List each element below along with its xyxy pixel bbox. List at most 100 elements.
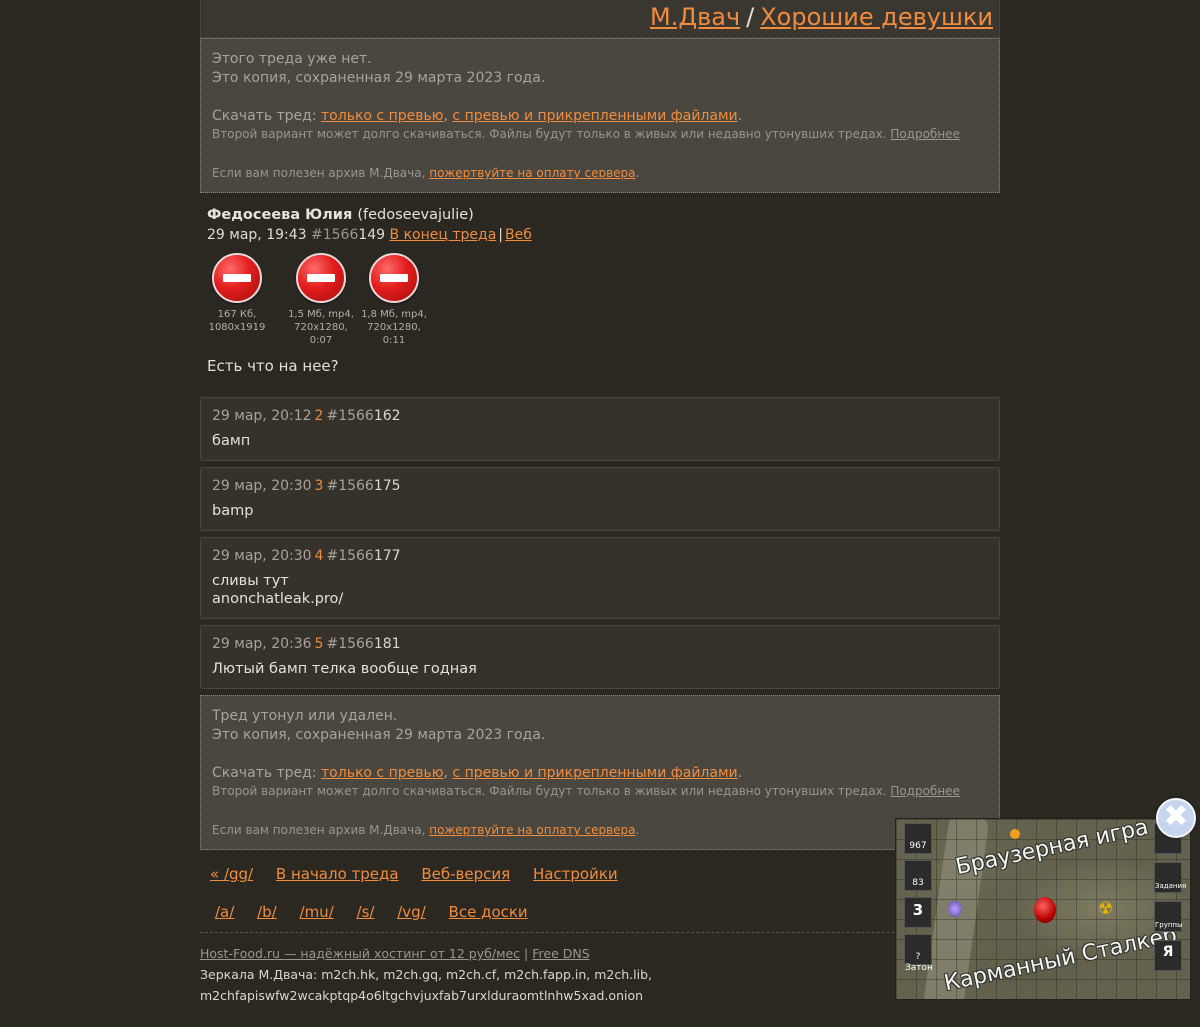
more-link[interactable]: Подробнее bbox=[890, 784, 960, 798]
map-marker-dot bbox=[1010, 829, 1020, 839]
web-link[interactable]: Веб bbox=[505, 227, 532, 243]
separator: | bbox=[498, 227, 504, 243]
location-mark: ? bbox=[915, 952, 921, 962]
board-link[interactable]: Хорошие девушки bbox=[760, 3, 993, 31]
dot: . bbox=[737, 765, 743, 781]
post-index: 3 bbox=[314, 478, 324, 494]
blocked-image-icon bbox=[212, 253, 262, 303]
download-note: Второй вариант может долго скачиваться. … bbox=[212, 783, 989, 800]
thread-start-link[interactable]: В начало треда bbox=[276, 865, 399, 883]
file-info: 1,5 Мб, mp4, bbox=[288, 309, 354, 320]
post-date: 29 мар, 20:30 bbox=[212, 478, 312, 494]
op-post: Федосеева Юлия (fedoseevajulie) 29 мар, … bbox=[200, 193, 1000, 243]
reply-post: 29 мар, 20:36 5 #1566181 Лютый бамп телка … bbox=[200, 625, 1000, 689]
post-number[interactable]: #1566162 bbox=[326, 408, 400, 424]
op-post-number[interactable]: #1566149 bbox=[311, 227, 385, 243]
header: М.Двач / Хорошие девушки bbox=[200, 0, 1000, 38]
post-body: бамп bbox=[212, 433, 251, 449]
mirrors-line1: Зеркала М.Двача: m2ch.hk, m2ch.gq, m2ch.… bbox=[200, 967, 652, 982]
post-body: bamp bbox=[212, 503, 254, 519]
op-author: Федосеева Юлия (fedoseevajulie) bbox=[207, 207, 1000, 223]
site-link[interactable]: М.Двач bbox=[650, 3, 740, 31]
location-label: Затон bbox=[905, 963, 933, 973]
dot: . bbox=[737, 108, 743, 124]
free-dns-link[interactable]: Free DNS bbox=[532, 946, 589, 961]
download-full-link[interactable]: с превью и прикрепленными файлами bbox=[452, 765, 737, 781]
close-ad-icon[interactable]: ✖ bbox=[1156, 798, 1196, 838]
profile-button: Я bbox=[1154, 940, 1182, 971]
location-box: ? Затон bbox=[904, 934, 933, 973]
settings-link[interactable]: Настройки bbox=[533, 865, 618, 883]
attachment-3[interactable]: 1,8 Мб, mp4, 720x1280, 0:11 bbox=[358, 253, 430, 347]
op-message: Есть что на нее? bbox=[207, 357, 339, 375]
to-thread-end-link[interactable]: В конец треда bbox=[390, 227, 497, 243]
ammo-counter: 967 bbox=[904, 823, 932, 854]
donate-link[interactable]: пожертвуйте на оплату сервера bbox=[429, 166, 635, 180]
board-link-mu[interactable]: /mu/ bbox=[300, 903, 334, 921]
health-counter: 83 bbox=[904, 860, 932, 891]
board-list: /a/ /b/ /mu/ /s/ /vg/ Все доски bbox=[200, 883, 1000, 921]
donate-row: Если вам полезен архив М.Двача, пожертву… bbox=[212, 165, 989, 182]
thread-nav: « /gg/ В начало треда Веб-версия Настрой… bbox=[200, 850, 1000, 883]
note-text: Второй вариант может долго скачиваться. … bbox=[212, 784, 891, 798]
download-note: Второй вариант может долго скачиваться. … bbox=[212, 126, 989, 143]
more-link[interactable]: Подробнее bbox=[890, 127, 960, 141]
op-meta: 29 мар, 19:43 #1566149 В конец треда | Веб bbox=[207, 227, 1000, 243]
download-label: Скачать тред: bbox=[212, 765, 322, 781]
radiation-icon: ☢ bbox=[1098, 899, 1114, 919]
download-label: Скачать тред: bbox=[212, 108, 322, 124]
dot: . bbox=[635, 823, 640, 837]
post-number[interactable]: #1566175 bbox=[326, 478, 400, 494]
post-number[interactable]: #1566181 bbox=[326, 636, 400, 652]
back-to-board-link[interactable]: « /gg/ bbox=[210, 865, 253, 883]
note-text: Второй вариант может долго скачиваться. … bbox=[212, 127, 891, 141]
header-separator: / bbox=[746, 3, 755, 31]
post-index: 5 bbox=[314, 636, 324, 652]
game-ad-banner[interactable]: ☢ Браузерная игра Карманный Сталкер 967 … bbox=[895, 818, 1191, 1000]
post-number[interactable]: #1566177 bbox=[326, 548, 400, 564]
web-version-link[interactable]: Веб-версия bbox=[421, 865, 510, 883]
footer: Host-Food.ru — надёжный хостинг от 12 ру… bbox=[200, 933, 1000, 1006]
file-info: 167 Кб, 1080x1919 bbox=[208, 309, 266, 333]
author-name: Федосеева Юлия bbox=[207, 207, 353, 223]
attachment-1[interactable]: 167 Кб, 1080x1919 bbox=[193, 253, 281, 334]
op-attachments: 167 Кб, 1080x1919 1,5 Мб, mp4, 720x1280,… bbox=[193, 243, 1000, 346]
notice-line1: Тред утонул или удален. bbox=[212, 708, 398, 724]
donate-text: Если вам полезен архив М.Двача, bbox=[212, 823, 430, 837]
reply-post: 29 мар, 20:12 2 #1566162 бамп bbox=[200, 397, 1000, 461]
ad-right-panel: Задания Группы Я bbox=[1154, 823, 1186, 979]
post-date: 29 мар, 20:30 bbox=[212, 548, 312, 564]
blocked-video-icon bbox=[369, 253, 419, 303]
attachment-2[interactable]: 1,5 Мб, mp4, 720x1280, 0:07 bbox=[285, 253, 357, 347]
download-full-link[interactable]: с превью и прикрепленными файлами bbox=[452, 108, 737, 124]
post-meta: 29 мар, 20:30 3 #1566175 bbox=[212, 478, 988, 494]
page-container: М.Двач / Хорошие девушки Этого треда уже н… bbox=[200, 0, 1000, 1006]
reply-post: 29 мар, 20:30 3 #1566175 bamp bbox=[200, 467, 1000, 531]
archive-notice-bottom: Тред утонул или удален. Это копия, сохра… bbox=[200, 695, 1000, 850]
all-boards-link[interactable]: Все доски bbox=[449, 903, 528, 921]
board-link-s[interactable]: /s/ bbox=[357, 903, 375, 921]
board-link-vg[interactable]: /vg/ bbox=[397, 903, 426, 921]
ad-left-panel: 967 83 3 ? Затон bbox=[904, 823, 934, 973]
file-info-dims: 720x1280, 0:07 bbox=[294, 322, 348, 346]
post-date: 29 мар, 20:36 bbox=[212, 636, 312, 652]
notice-line1: Этого треда уже нет. bbox=[212, 51, 372, 67]
reply-post: 29 мар, 20:30 4 #1566177 сливы тут anonchat… bbox=[200, 537, 1000, 619]
separator: | bbox=[524, 946, 529, 961]
download-row: Скачать тред: только с превью, с превью … bbox=[212, 764, 989, 783]
board-link-a[interactable]: /a/ bbox=[215, 903, 234, 921]
post-meta: 29 мар, 20:30 4 #1566177 bbox=[212, 548, 988, 564]
blocked-video-icon bbox=[296, 253, 346, 303]
hosting-link[interactable]: Host-Food.ru — надёжный хостинг от 12 ру… bbox=[200, 946, 520, 961]
board-link-b[interactable]: /b/ bbox=[257, 903, 277, 921]
download-row: Скачать тред: только с превью, с превью … bbox=[212, 107, 989, 126]
download-preview-link[interactable]: только с превью bbox=[321, 765, 443, 781]
post-meta: 29 мар, 20:36 5 #1566181 bbox=[212, 636, 988, 652]
post-body: Лютый бамп телка вообще годная bbox=[212, 661, 477, 677]
author-nick: (fedoseevajulie) bbox=[357, 207, 474, 223]
player-marker-icon bbox=[948, 901, 962, 917]
donate-link[interactable]: пожертвуйте на оплату сервера bbox=[429, 823, 635, 837]
download-preview-link[interactable]: только с превью bbox=[321, 108, 443, 124]
notice-line2: Это копия, сохраненная 29 марта 2023 год… bbox=[212, 70, 546, 86]
post-body: сливы тут anonchatleak.pro/ bbox=[212, 573, 344, 607]
